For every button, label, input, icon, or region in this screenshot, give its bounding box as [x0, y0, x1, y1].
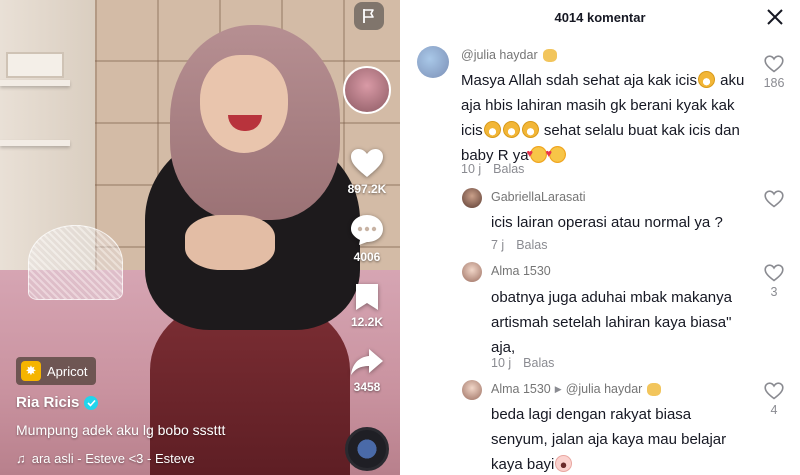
music-disc[interactable] — [345, 427, 389, 471]
creator-name: Ria Ricis — [16, 394, 80, 411]
comment-author-name: @julia haydar — [461, 48, 538, 62]
comment-author[interactable]: Alma 1530 — [491, 264, 551, 278]
music-note-icon: ♫ — [16, 451, 26, 466]
like-count: 4 — [770, 403, 778, 417]
comment-like[interactable] — [760, 190, 788, 211]
avatar[interactable] — [417, 46, 449, 78]
comment-like[interactable]: 186 — [760, 55, 788, 90]
heart-outline-icon — [764, 382, 784, 400]
verified-icon — [84, 395, 99, 410]
comment-icon — [351, 215, 383, 245]
grin-emoji-icon — [697, 71, 715, 88]
comment-time: 7 j — [491, 238, 505, 252]
tiktok-video-view: 897.2K 4006 12.2K 3458 ✸ Apricot Ria Ric… — [0, 0, 800, 475]
shelf — [0, 80, 70, 86]
like-action[interactable]: 897.2K — [340, 148, 394, 196]
comment-count: 4006 — [353, 250, 381, 264]
comment-like[interactable]: 3 — [760, 264, 788, 299]
comment-meta: 10 j Balas — [491, 356, 554, 370]
person-hands — [185, 215, 275, 270]
share-icon — [351, 349, 383, 375]
reply-button[interactable]: Balas — [523, 356, 554, 370]
creator-avatar[interactable] — [343, 66, 391, 114]
video-caption: Mumpung adek aku lg bobo sssttt — [16, 422, 226, 438]
reply-button[interactable]: Balas — [493, 162, 524, 176]
reply-to-name[interactable]: @julia haydar — [566, 382, 643, 396]
app-badge[interactable]: ✸ Apricot — [16, 357, 97, 385]
comment-item: @julia haydar Masya Allah sdah sehat aja… — [400, 0, 800, 180]
reply-arrow-icon: ▶ — [554, 383, 562, 394]
heart-icon — [351, 149, 383, 177]
comment-time: 10 j — [461, 162, 482, 176]
avatar[interactable] — [462, 262, 482, 282]
cat-emoji-icon — [647, 382, 662, 396]
bookmark-icon — [356, 284, 378, 310]
comment-meta: 10 j Balas — [461, 162, 524, 176]
creator-username[interactable]: Ria Ricis — [16, 394, 99, 411]
comment-author[interactable]: @julia haydar — [461, 48, 558, 62]
comment-text: beda lagi dengan rakyat biasa senyum, ja… — [491, 406, 727, 473]
cat-emoji-icon — [542, 48, 557, 62]
shelf — [0, 140, 70, 146]
like-count: 897.2K — [347, 182, 387, 196]
comment-author-name: Alma 1530 — [491, 382, 551, 396]
avatar[interactable] — [462, 380, 482, 400]
comment-author[interactable]: GabriellaLarasati — [491, 190, 586, 204]
grin-emoji-icon — [521, 121, 539, 138]
reply-item: Alma 1530 obatnya juga aduhai mbak makan… — [400, 260, 800, 375]
picture-frame — [6, 52, 64, 78]
baby-net — [28, 225, 123, 300]
like-count: 3 — [770, 285, 778, 299]
grin-emoji-icon — [502, 121, 520, 138]
love-emoji-icon — [527, 142, 547, 167]
flag-icon — [363, 9, 374, 23]
app-badge-label: Apricot — [47, 363, 88, 379]
comment-text: obatnya juga aduhai mbak makanya artisma… — [491, 289, 732, 356]
love-emoji-icon — [546, 142, 566, 167]
comment-text: Masya Allah sdah sehat aja kak icis aku … — [461, 68, 751, 168]
comment-meta: 7 j Balas — [491, 238, 547, 252]
comment-time: 10 j — [491, 356, 512, 370]
reply-button[interactable]: Balas — [516, 238, 547, 252]
sound-link[interactable]: ♫ ara asli - Esteve <3 - Esteve — [16, 451, 201, 466]
grin-emoji-icon — [483, 121, 501, 138]
heart-outline-icon — [764, 264, 784, 282]
avatar[interactable] — [462, 188, 482, 208]
heart-outline-icon — [764, 190, 784, 208]
comment-action[interactable]: 4006 — [340, 214, 394, 264]
report-button[interactable] — [354, 2, 384, 30]
comment-text: icis lairan operasi atau normal ya ? — [491, 214, 723, 231]
heart-outline-icon — [764, 55, 784, 73]
like-count: 186 — [763, 76, 785, 90]
reply-item: GabriellaLarasati icis lairan operasi at… — [400, 180, 800, 260]
save-count: 12.2K — [350, 315, 384, 329]
share-count: 3458 — [353, 380, 381, 394]
sound-title: ara asli - Esteve <3 - Esteve — [31, 451, 195, 466]
comment-author-name: GabriellaLarasati — [491, 190, 586, 204]
person-face — [200, 55, 288, 153]
comment-author-name: Alma 1530 — [491, 264, 551, 278]
apricot-logo-icon: ✸ — [21, 361, 41, 381]
share-action[interactable]: 3458 — [340, 348, 394, 394]
comment-author[interactable]: Alma 1530 ▶ @julia haydar — [491, 382, 662, 396]
video-player[interactable]: 897.2K 4006 12.2K 3458 ✸ Apricot Ria Ric… — [0, 0, 400, 475]
reply-item: Alma 1530 ▶ @julia haydar beda lagi deng… — [400, 375, 800, 475]
comment-like[interactable]: 4 — [760, 382, 788, 417]
comments-panel: 4014 komentar @julia haydar Masya Allah … — [400, 0, 800, 475]
scream-emoji-icon — [555, 455, 573, 472]
save-action[interactable]: 12.2K — [340, 283, 394, 329]
